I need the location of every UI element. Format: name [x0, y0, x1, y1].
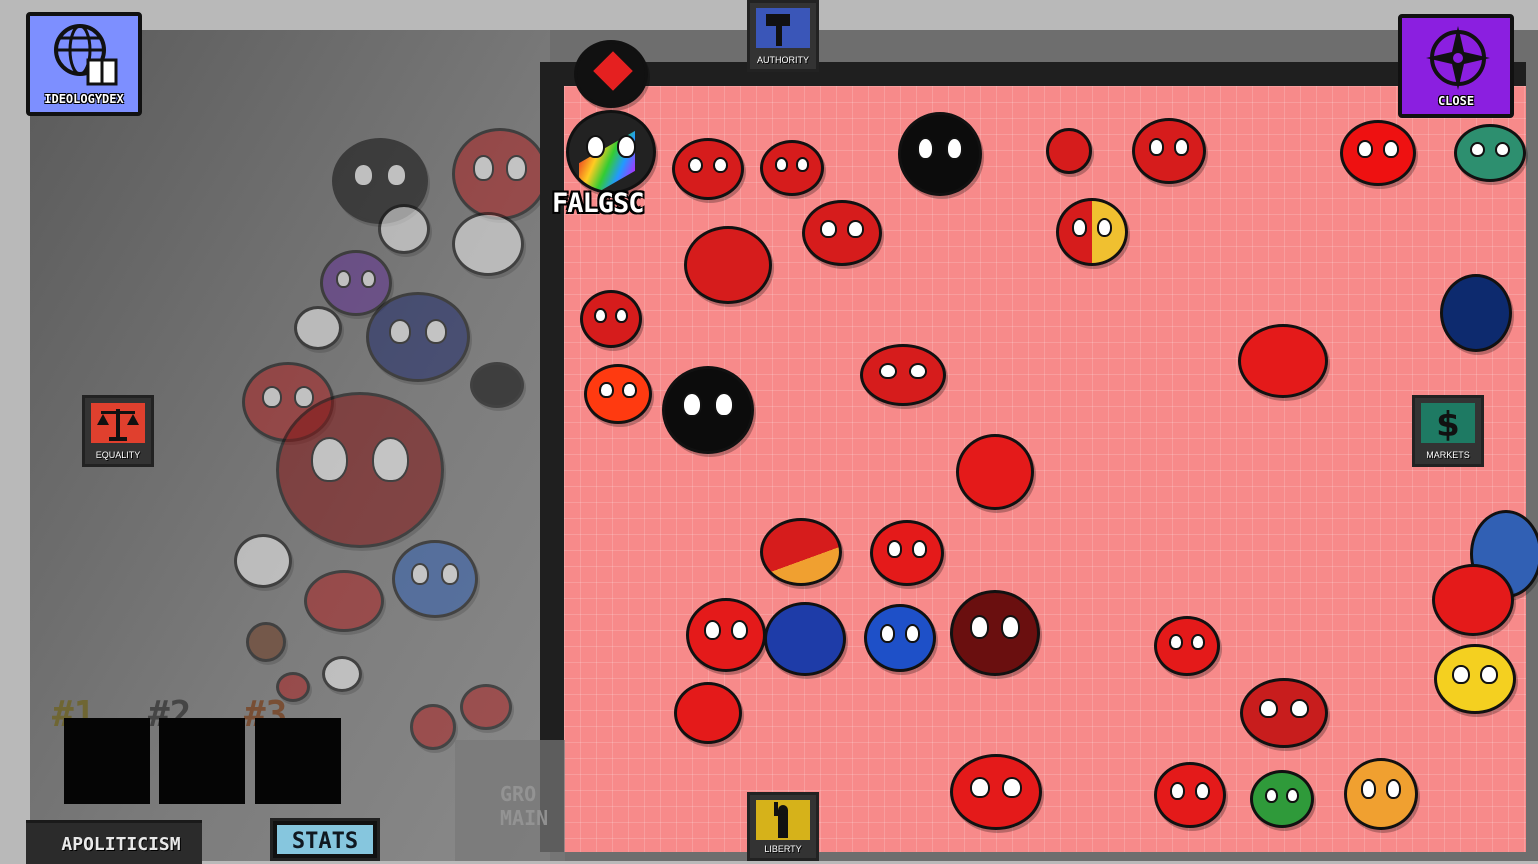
- ideology-ball[interactable]: [662, 366, 754, 454]
- comparison-slot-2[interactable]: [159, 718, 245, 804]
- background-ball: [294, 306, 342, 350]
- ideology-ball[interactable]: [1340, 120, 1416, 186]
- background-ball: [304, 570, 384, 632]
- hammer-icon: [756, 8, 810, 48]
- axis-liberty: LIBERTY: [747, 792, 819, 861]
- svg-text:$: $: [1436, 405, 1460, 443]
- ideology-ball-falgsc[interactable]: [566, 110, 656, 194]
- ideology-ball[interactable]: [1432, 564, 1514, 636]
- ideology-ball[interactable]: [760, 518, 842, 586]
- current-ideology-label: APOLITICISM: [61, 834, 181, 855]
- comparison-slot-3[interactable]: [255, 718, 341, 804]
- ideology-ball[interactable]: [1344, 758, 1418, 830]
- axis-liberty-label: LIBERTY: [764, 844, 802, 854]
- axis-authority-label: AUTHORITY: [756, 55, 809, 65]
- globe-book-icon: [54, 24, 118, 86]
- ideology-ball[interactable]: [860, 344, 946, 406]
- background-ball: [470, 362, 524, 408]
- axis-equality-label: EQUALITY: [95, 450, 141, 460]
- ideology-ball[interactable]: [1154, 616, 1220, 676]
- stats-label: STATS: [291, 829, 359, 854]
- ideology-ball[interactable]: [760, 140, 824, 196]
- ideology-ball[interactable]: [898, 112, 982, 196]
- background-ball: [392, 540, 478, 618]
- ideology-ball[interactable]: [684, 226, 772, 304]
- scales-icon: [91, 403, 145, 443]
- ideology-ball[interactable]: [1454, 124, 1526, 182]
- ideology-ball[interactable]: [686, 598, 766, 672]
- stats-button-face: STATS: [277, 825, 373, 854]
- ideology-ball[interactable]: [1154, 762, 1226, 828]
- ideology-ball[interactable]: [674, 682, 742, 744]
- diamond-symbol: [593, 51, 633, 91]
- background-ball: [452, 128, 548, 220]
- statue-of-liberty-icon: [756, 800, 810, 840]
- ideology-ball[interactable]: [574, 40, 648, 108]
- ideologydex-label: IDEOLOGYDEX: [44, 92, 124, 106]
- ideology-ball[interactable]: [1240, 678, 1328, 748]
- ideology-ball[interactable]: [1046, 128, 1092, 174]
- background-ball: [378, 204, 430, 254]
- background-ball: [322, 656, 362, 692]
- ideology-ball[interactable]: [870, 520, 944, 586]
- ideologydex-button[interactable]: IDEOLOGYDEX: [26, 12, 142, 116]
- axis-authority: AUTHORITY: [747, 0, 819, 72]
- ideology-ball[interactable]: [1250, 770, 1314, 828]
- ideology-ball[interactable]: [1440, 274, 1512, 352]
- ideology-ball[interactable]: [584, 364, 652, 424]
- ideology-ball[interactable]: [672, 138, 744, 200]
- obscured-text: GRO MAIN: [500, 782, 549, 830]
- background-ball: [276, 392, 444, 548]
- compass-icon: [1426, 26, 1490, 90]
- axis-markets-label: MARKETS: [1426, 450, 1470, 460]
- axis-equality: EQUALITY: [82, 395, 154, 467]
- ideology-ball[interactable]: [764, 602, 846, 676]
- background-ball: [366, 292, 470, 382]
- axis-markets: $ MARKETS: [1412, 395, 1484, 467]
- ideology-ball[interactable]: [1056, 198, 1128, 266]
- ideology-ball[interactable]: [1434, 644, 1516, 714]
- close-label: CLOSE: [1437, 94, 1475, 108]
- background-ball: [460, 684, 512, 730]
- close-button[interactable]: CLOSE: [1398, 14, 1514, 118]
- background-ball: [234, 534, 292, 588]
- ideology-ball[interactable]: [950, 590, 1040, 676]
- dollar-icon: $: [1421, 403, 1475, 443]
- selected-ball-label: FALGSC: [552, 188, 645, 219]
- comparison-slot-1[interactable]: [64, 718, 150, 804]
- ideology-ball[interactable]: [1132, 118, 1206, 184]
- background-ball: [452, 212, 524, 276]
- background-ball: [410, 704, 456, 750]
- ideology-ball[interactable]: [1238, 324, 1328, 398]
- ideology-ball[interactable]: [802, 200, 882, 266]
- ideology-ball[interactable]: [956, 434, 1034, 510]
- ideology-ball[interactable]: [580, 290, 642, 348]
- ideology-ball[interactable]: [950, 754, 1042, 830]
- stats-button[interactable]: STATS: [270, 818, 380, 861]
- ideology-ball[interactable]: [864, 604, 936, 672]
- background-ball: [246, 622, 286, 662]
